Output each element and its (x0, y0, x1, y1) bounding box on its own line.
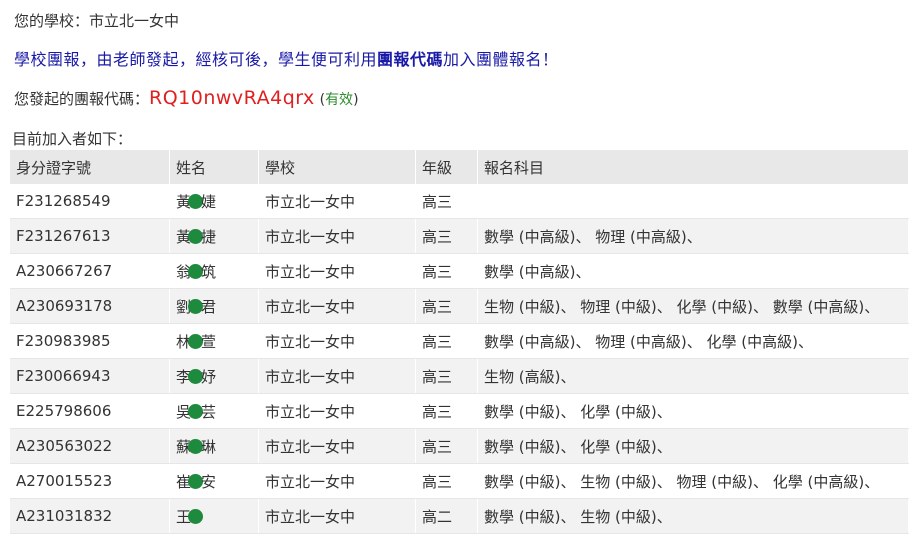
table-row: A270015523 崔安市立北一女中 高三 數學 (中級)、 生物 (中級)、 物理… (10, 463, 909, 499)
cell-name: 李妤 (169, 358, 259, 394)
cell-school: 市立北一女中 (258, 428, 416, 464)
table-row: F230983985 林萱市立北一女中 高三 數學 (中高級)、 物理 (中高級)、 … (10, 323, 909, 359)
table-row: F230066943 李妤市立北一女中 高三 生物 (高級)、 (10, 358, 909, 394)
cell-grade: 高三 (415, 253, 478, 289)
cell-id-number: A231031832 (10, 498, 170, 534)
header-name: 姓名 (169, 150, 259, 184)
cell-subjects: 數學 (中高級)、 物理 (中高級)、 (477, 218, 909, 254)
cell-id-number: F230066943 (10, 358, 170, 394)
table-row: A230693178 劉君市立北一女中 高三 生物 (中級)、 物理 (中級)、 化學… (10, 288, 909, 324)
cell-id-number: F230983985 (10, 323, 170, 359)
school-info: 您的學校：市立北一女中 (14, 10, 179, 31)
group-code-info: 您發起的團報代碼：RQ10nwvRA4qrx (有效) (14, 87, 359, 109)
name-last-char: 捷 (201, 227, 217, 246)
cell-school: 市立北一女中 (258, 463, 416, 499)
name-last-char: 芸 (201, 402, 217, 421)
cell-id-number: A230667267 (10, 253, 170, 289)
school-name: 市立北一女中 (89, 12, 180, 30)
cell-subjects: 數學 (中級)、 化學 (中級)、 (477, 428, 909, 464)
group-code-label: 您發起的團報代碼： (14, 90, 150, 108)
table-row: A230667267 翁筑市立北一女中 高三 數學 (中高級)、 (10, 253, 909, 289)
cell-name: 崔安 (169, 463, 259, 499)
cell-id-number: A230563022 (10, 428, 170, 464)
notice-text-before: 學校團報，由老師發起，經核可後，學生便可利用 (14, 50, 378, 69)
cell-name: 翁筑 (169, 253, 259, 289)
cell-grade: 高三 (415, 428, 478, 464)
cell-grade: 高三 (415, 288, 478, 324)
cell-school: 市立北一女中 (258, 323, 416, 359)
table-row: E225798606 吳芸市立北一女中 高三 數學 (中級)、 化學 (中級)、 (10, 393, 909, 429)
cell-grade: 高二 (415, 498, 478, 534)
cell-subjects: 數學 (中高級)、 物理 (中高級)、 化學 (中高級)、 (477, 323, 909, 359)
cell-grade: 高三 (415, 463, 478, 499)
table-header-row: 身分證字號 姓名 學校 年級 報名科目 (10, 150, 909, 184)
group-registration-notice: 學校團報，由老師發起，經核可後，學生便可利用團報代碼加入團體報名！ (14, 46, 559, 70)
members-heading: 目前加入者如下： (12, 130, 133, 148)
header-id-number: 身分證字號 (10, 150, 170, 184)
cell-school: 市立北一女中 (258, 218, 416, 254)
cell-name: 王 (169, 498, 259, 534)
members-table: 身分證字號 姓名 學校 年級 報名科目 F231268549 黃婕市立北一女中 高三… (10, 150, 909, 534)
header-grade: 年級 (415, 150, 478, 184)
cell-subjects: 數學 (中級)、 化學 (中級)、 (477, 393, 909, 429)
group-code-status-wrapper: (有效) (319, 92, 359, 108)
cell-grade: 高三 (415, 184, 478, 219)
cell-subjects: 數學 (中級)、 生物 (中級)、 (477, 498, 909, 534)
name-last-char: 萱 (201, 332, 217, 351)
cell-school: 市立北一女中 (258, 393, 416, 429)
table-row: F231268549 黃婕市立北一女中 高三 (10, 184, 909, 219)
cell-subjects: 生物 (中級)、 物理 (中級)、 化學 (中級)、 數學 (中高級)、 (477, 288, 909, 324)
cell-name: 吳芸 (169, 393, 259, 429)
notice-text-after: 加入團體報名！ (443, 50, 559, 69)
table-row: A230563022 蘇琳市立北一女中 高三 數學 (中級)、 化學 (中級)、 (10, 428, 909, 464)
cell-school: 市立北一女中 (258, 498, 416, 534)
notice-highlight: 團報代碼 (377, 50, 444, 69)
cell-school: 市立北一女中 (258, 288, 416, 324)
cell-name: 蘇琳 (169, 428, 259, 464)
header-school: 學校 (258, 150, 416, 184)
group-code-value: RQ10nwvRA4qrx (149, 87, 315, 109)
cell-id-number: E225798606 (10, 393, 170, 429)
cell-id-number: A230693178 (10, 288, 170, 324)
group-code-status: 有效 (325, 92, 354, 108)
table-row: F231267613 黃捷市立北一女中 高三 數學 (中高級)、 物理 (中高級)、 (10, 218, 909, 254)
cell-school: 市立北一女中 (258, 184, 416, 219)
cell-name: 林萱 (169, 323, 259, 359)
cell-grade: 高三 (415, 393, 478, 429)
cell-id-number: F231267613 (10, 218, 170, 254)
cell-grade: 高三 (415, 218, 478, 254)
cell-school: 市立北一女中 (258, 253, 416, 289)
name-last-char: 琳 (201, 437, 217, 456)
name-last-char: 婕 (201, 192, 217, 211)
cell-school: 市立北一女中 (258, 358, 416, 394)
cell-grade: 高三 (415, 323, 478, 359)
header-subjects: 報名科目 (477, 150, 909, 184)
cell-grade: 高三 (415, 358, 478, 394)
cell-name: 黃捷 (169, 218, 259, 254)
name-last-char: 安 (201, 472, 217, 491)
cell-subjects: 數學 (中級)、 生物 (中級)、 物理 (中級)、 化學 (中高級)、 (477, 463, 909, 499)
name-last-char: 君 (201, 297, 217, 316)
table-row: A231031832 王市立北一女中 高二 數學 (中級)、 生物 (中級)、 (10, 498, 909, 534)
table-body: F231268549 黃婕市立北一女中 高三 F231267613 黃捷市立北一女中 高三… (10, 184, 909, 534)
redaction-mark (188, 508, 204, 524)
cell-subjects (477, 184, 909, 219)
cell-id-number: A270015523 (10, 463, 170, 499)
name-last-char: 筑 (201, 262, 217, 281)
name-last-char: 妤 (201, 367, 217, 386)
cell-name: 劉君 (169, 288, 259, 324)
school-label: 您的學校： (14, 12, 90, 30)
cell-subjects: 生物 (高級)、 (477, 358, 909, 394)
cell-subjects: 數學 (中高級)、 (477, 253, 909, 289)
cell-name: 黃婕 (169, 184, 259, 219)
cell-id-number: F231268549 (10, 184, 170, 219)
